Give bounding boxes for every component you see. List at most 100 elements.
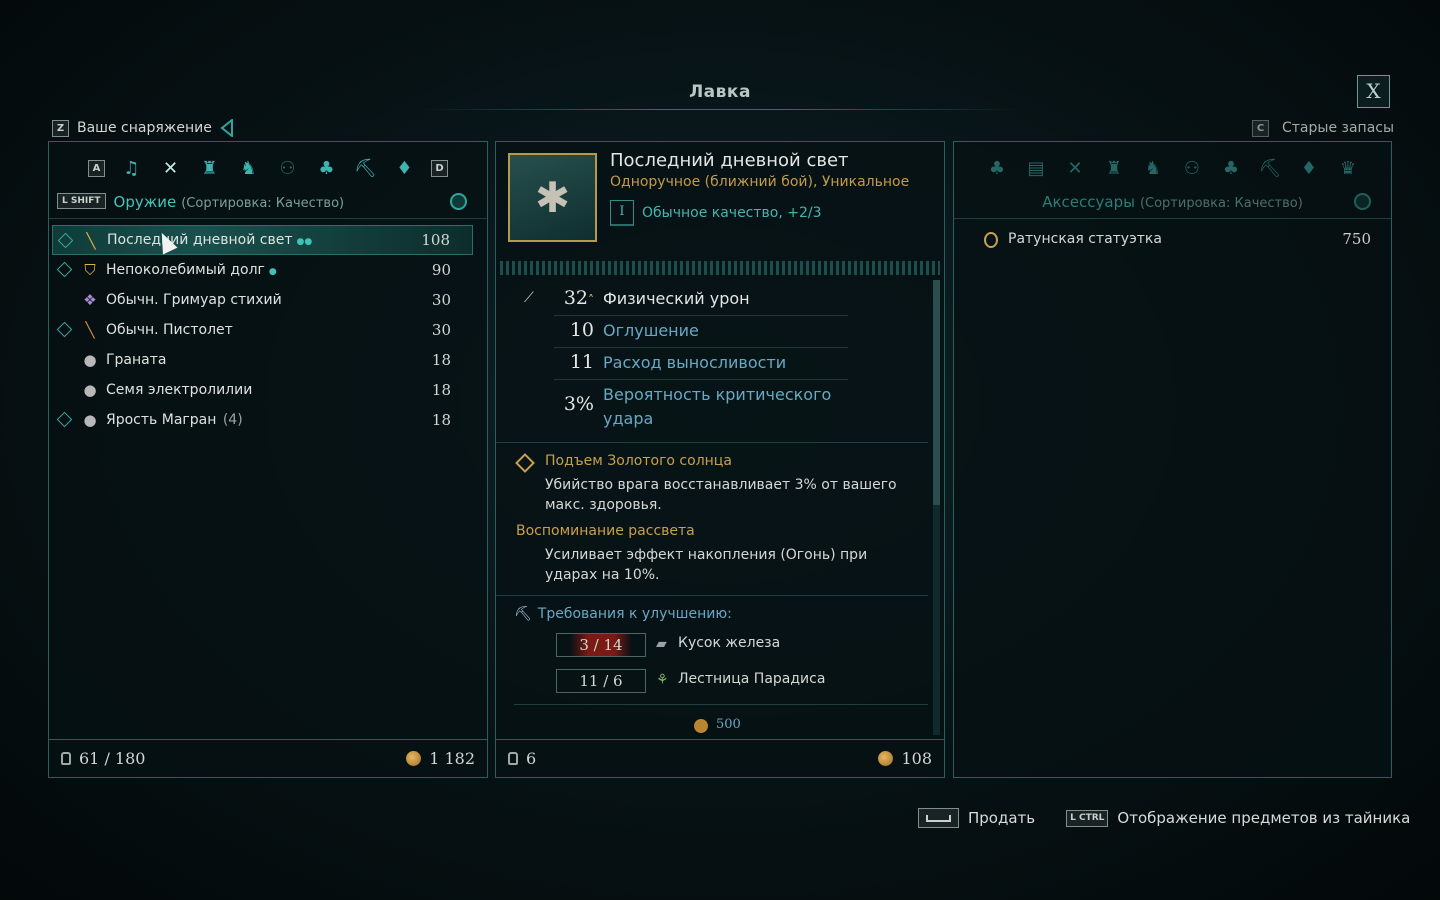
detail-scrollbar[interactable] xyxy=(933,280,940,735)
item-name: Последний дневной свет xyxy=(610,150,849,171)
perk-diamond-icon xyxy=(515,453,535,473)
inventory-capacity: 61 / 180 xyxy=(79,749,146,768)
chest-icon[interactable]: ▤ xyxy=(1024,156,1049,181)
potion-icon[interactable]: ♣ xyxy=(1219,156,1244,181)
list-item[interactable]: ● Ярость Магран (4) 18 xyxy=(52,405,473,435)
anvil-icon: ⛏ xyxy=(514,606,532,622)
armor-icon[interactable]: ♜ xyxy=(1102,156,1127,181)
list-item[interactable]: ❖ Обычн. Гримуар стихий 30 xyxy=(52,285,473,315)
new-marker-icon xyxy=(56,411,73,428)
your-gear-label: Ваше снаряжение xyxy=(77,120,212,136)
scrollbar-thumb[interactable] xyxy=(933,280,940,505)
list-item[interactable]: ● Семя электролилии 18 xyxy=(52,375,473,405)
next-category-key[interactable]: D xyxy=(431,159,448,177)
gem-icon[interactable]: ♦ xyxy=(392,156,417,181)
boots-icon[interactable]: ♞ xyxy=(236,156,261,181)
grenade-icon: ● xyxy=(83,351,97,369)
herb-icon: ⚘ xyxy=(656,672,669,688)
stat-row: ⟋ 32˄ Физический урон xyxy=(496,284,928,316)
perk-title: Воспоминание рассвета xyxy=(516,523,695,539)
flask-icon[interactable]: ♣ xyxy=(985,156,1010,181)
close-button[interactable]: X xyxy=(1357,75,1390,108)
armor-icon[interactable]: ♜ xyxy=(197,156,222,181)
item-name: Непоколебимый долг ● xyxy=(106,262,277,278)
coin-icon xyxy=(406,751,422,766)
seed-icon: ● xyxy=(83,381,97,399)
arrow-left-icon xyxy=(220,119,233,137)
boots-icon[interactable]: ♞ xyxy=(1141,156,1166,181)
item-detail-panel: ✱ Последний дневной свет Одноручное (бли… xyxy=(495,141,945,778)
stat-name: Оглушение xyxy=(603,321,699,340)
item-list: ╲ Последний дневной свет ●● 108 ⛉ Непоколебим… xyxy=(49,225,487,435)
bag-icon xyxy=(61,752,71,765)
stat-value: 11 xyxy=(569,351,594,373)
mace-icon: ✱ xyxy=(534,173,571,222)
coin-icon xyxy=(878,751,894,766)
crown-icon[interactable]: ♛ xyxy=(1336,156,1361,181)
item-type: Одноручное (ближний бой), Уникальное xyxy=(610,174,910,190)
category-title: Оружие xyxy=(113,192,177,211)
title-divider xyxy=(420,109,1020,110)
item-name: Граната xyxy=(106,352,167,368)
amulet-icon[interactable]: ⚇ xyxy=(1180,156,1205,181)
sort-row: L SHIFT Оружие (Сортировка: Качество) xyxy=(49,188,487,214)
list-item[interactable]: ╲ Последний дневной свет ●● 108 xyxy=(52,225,473,255)
item-price: 30 xyxy=(431,321,451,339)
sort-label[interactable]: (Сортировка: Качество) xyxy=(1140,196,1303,211)
key-lctrl: L CTRL xyxy=(1066,809,1109,827)
quality-badge: I xyxy=(610,200,634,226)
section-divider xyxy=(496,595,928,596)
pistol-icon: ╲ xyxy=(85,321,95,339)
category-title: Аксессуары xyxy=(1042,192,1135,211)
potion-icon[interactable]: ♣ xyxy=(314,156,339,181)
bag-icon xyxy=(508,752,518,765)
upgrade-requirements-title: ⛏ Требования к улучшению: xyxy=(514,606,732,622)
old-stock-tab[interactable]: C Старые запасы xyxy=(1252,118,1394,138)
bell-icon[interactable]: ♫ xyxy=(119,156,144,181)
stat-name: Физический урон xyxy=(603,289,750,308)
stash-toggle-action[interactable]: Отображение предметов из тайника xyxy=(1117,809,1410,827)
stat-name: Вероятность критического удара xyxy=(603,385,832,428)
gem-icon[interactable]: ♦ xyxy=(1297,156,1322,181)
stat-value: 3% xyxy=(563,393,594,415)
item-quality: I Обычное качество, +2/3 xyxy=(610,200,822,226)
prev-category-key[interactable]: A xyxy=(88,159,105,177)
list-item[interactable]: ● Граната 18 xyxy=(52,345,473,375)
amulet-icon[interactable]: ⚇ xyxy=(275,156,300,181)
item-name: Обычн. Гримуар стихий xyxy=(106,292,282,308)
list-item[interactable]: ╲ Обычн. Пистолет 30 xyxy=(52,315,473,345)
iron-chunk-icon: ▰ xyxy=(656,636,667,652)
item-name: Семя электролилии xyxy=(106,382,253,398)
sell-action[interactable]: Продать xyxy=(968,809,1035,827)
sort-label[interactable]: (Сортировка: Качество) xyxy=(181,196,344,211)
shield-icon: ⛉ xyxy=(84,261,96,279)
stat-row: 3% Вероятность критического удара xyxy=(496,380,928,432)
detail-scroll-area[interactable]: ⟋ 32˄ Физический урон 10 Оглушение 11 Ра… xyxy=(496,280,928,740)
sort-toggle-icon[interactable] xyxy=(1354,193,1371,210)
perk-title: Подъем Золотого солнца xyxy=(515,453,928,475)
header-divider xyxy=(954,218,1391,219)
sword-stat-icon: ⟋ xyxy=(524,290,534,306)
crossed-axes-icon[interactable]: ✕ xyxy=(158,156,183,181)
list-item[interactable]: ⛉ Непоколебимый долг ● 90 xyxy=(52,255,473,285)
item-price: 108 xyxy=(901,749,932,768)
sort-row: Аксессуары (Сортировка: Качество) xyxy=(954,188,1391,214)
sort-toggle-icon[interactable] xyxy=(450,193,467,210)
new-marker-icon xyxy=(56,321,73,338)
crossed-axes-icon[interactable]: ✕ xyxy=(1063,156,1088,181)
category-bar: ♣ ▤ ✕ ♜ ♞ ⚇ ♣ ⛏ ♦ ♛ xyxy=(954,148,1391,188)
list-item[interactable]: Ратунская статуэтка 750 xyxy=(954,225,1391,255)
cut-off-row: 500 xyxy=(514,715,928,733)
requirement-row: 11 / 6 ⚘ Лестница Парадиса xyxy=(514,666,928,702)
stat-row: 11 Расход выносливости xyxy=(496,348,928,380)
your-gear-tab[interactable]: Z Ваше снаряжение xyxy=(52,118,234,138)
stat-row: 10 Оглушение xyxy=(496,316,928,348)
ring-icon xyxy=(984,232,998,248)
shop-title: Лавка xyxy=(689,82,751,102)
key-lshift: L SHIFT xyxy=(57,193,106,209)
item-name: Последний дневной свет ●● xyxy=(107,232,313,248)
requirement-amount: 11 / 6 xyxy=(556,669,646,693)
player-inventory-panel: A ♫ ✕ ♜ ♞ ⚇ ♣ ⛏ ♦ D L SHIFT Оружие (Сорти… xyxy=(48,141,488,778)
anvil-icon[interactable]: ⛏ xyxy=(1258,156,1283,181)
anvil-icon[interactable]: ⛏ xyxy=(353,156,378,181)
